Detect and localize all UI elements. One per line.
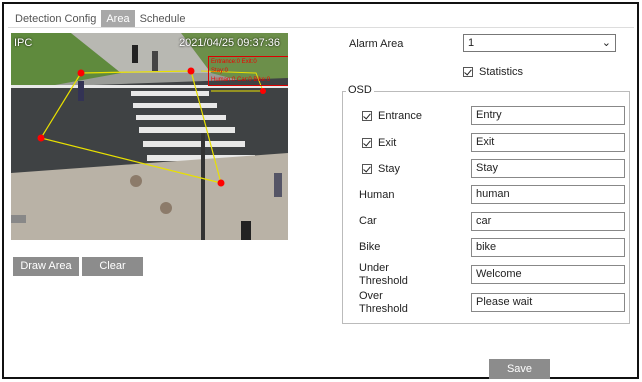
tab-divider: [8, 27, 634, 28]
entrance-checkbox[interactable]: Entrance: [362, 110, 422, 122]
human-label: Human: [359, 189, 395, 201]
under-threshold-label-line: Threshold: [359, 275, 408, 287]
camera-name-overlay: IPC: [14, 37, 33, 49]
stay-field[interactable]: Stay: [471, 159, 625, 178]
chevron-down-icon: ⌄: [601, 37, 611, 49]
over-threshold-label-line: Over: [359, 290, 383, 302]
checkbox-checked-icon: [362, 111, 372, 121]
car-field[interactable]: car: [471, 212, 625, 231]
exit-field[interactable]: Exit: [471, 133, 625, 152]
stats-line: Stay:0: [211, 68, 229, 74]
timestamp-overlay: 2021/04/25 09:37:36: [179, 37, 280, 49]
statistics-label: Statistics: [479, 66, 524, 78]
checkbox-checked-icon: [362, 164, 372, 174]
over-threshold-label: Over Threshold: [359, 290, 408, 316]
under-threshold-label-line: Under: [359, 262, 389, 274]
stay-checkbox[interactable]: Stay: [362, 163, 400, 175]
clear-button[interactable]: Clear: [82, 257, 143, 276]
tab-schedule[interactable]: Schedule: [135, 10, 191, 28]
save-button[interactable]: Save: [489, 359, 550, 379]
tab-bar: Detection Config Area Schedule: [10, 8, 190, 28]
checkbox-checked-icon: [463, 67, 473, 77]
stay-label: Stay: [378, 163, 401, 175]
statistics-checkbox[interactable]: Statistics: [463, 66, 523, 78]
exit-checkbox[interactable]: Exit: [362, 137, 396, 149]
statistics-overlay: Entrance:0 Exit:0 Stay:0 Human:0 Car:0 B…: [208, 56, 288, 86]
osd-legend: OSD: [346, 84, 374, 96]
under-threshold-label: Under Threshold: [359, 262, 408, 288]
draw-area-button[interactable]: Draw Area: [13, 257, 79, 276]
tab-area[interactable]: Area: [101, 10, 135, 28]
car-label: Car: [359, 215, 377, 227]
under-threshold-field[interactable]: Welcome: [471, 265, 625, 284]
exit-label: Exit: [378, 137, 397, 149]
stats-line: Human:0 Car:0 Bike:0: [211, 77, 271, 83]
over-threshold-label-line: Threshold: [359, 303, 408, 315]
checkbox-checked-icon: [362, 138, 372, 148]
alarm-area-select[interactable]: 1 ⌄: [463, 34, 616, 52]
tab-detection-config[interactable]: Detection Config: [10, 10, 101, 28]
stats-line: Entrance:0 Exit:0: [211, 59, 257, 65]
bike-field[interactable]: bike: [471, 238, 625, 257]
alarm-area-label: Alarm Area: [349, 38, 404, 50]
bike-label: Bike: [359, 241, 381, 253]
over-threshold-field[interactable]: Please wait: [471, 293, 625, 312]
human-field[interactable]: human: [471, 185, 625, 204]
entrance-label: Entrance: [378, 110, 423, 122]
alarm-area-value: 1: [468, 37, 475, 49]
entrance-field[interactable]: Entry: [471, 106, 625, 125]
video-preview[interactable]: IPC 2021/04/25 09:37:36 Entrance:0 Exit:…: [11, 33, 288, 240]
